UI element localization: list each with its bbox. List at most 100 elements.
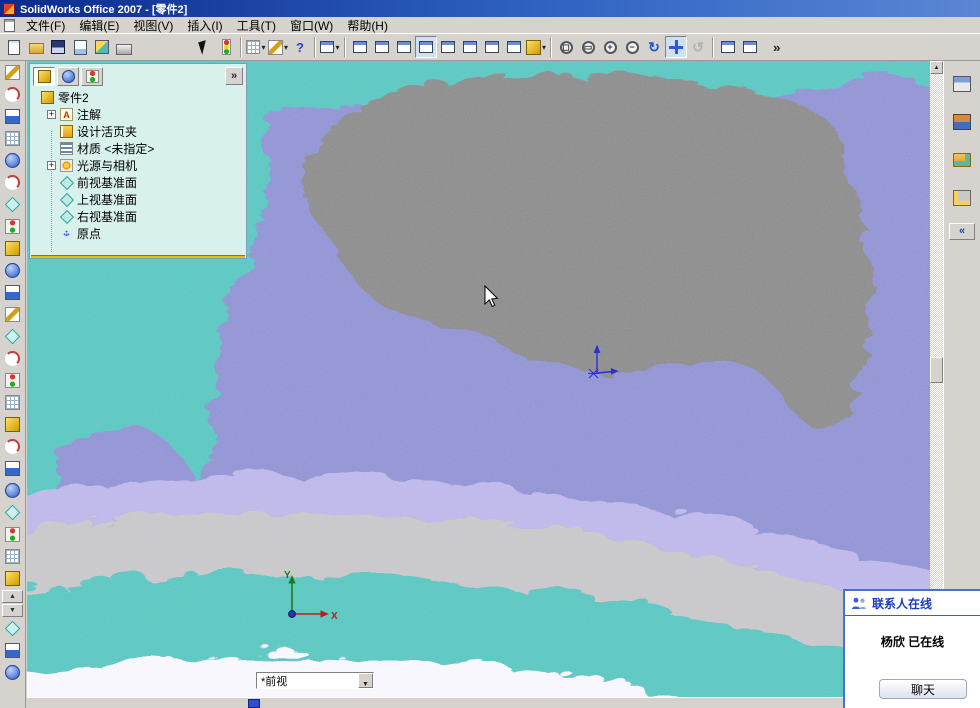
file-explorer-button[interactable] (948, 147, 976, 173)
view-back-button[interactable] (371, 36, 393, 58)
view-selector-combo[interactable]: *前视 (256, 672, 374, 689)
view-selector-dropdown-button[interactable] (358, 673, 373, 688)
lt-sketch-fillet-button[interactable] (2, 436, 23, 457)
lt-spline-button[interactable] (2, 216, 23, 237)
lt-centerpoint-arc-button[interactable] (2, 172, 23, 193)
lt-line-button[interactable] (2, 106, 23, 127)
pan-button[interactable] (665, 36, 687, 58)
sketch-button[interactable]: ▾ (267, 36, 289, 58)
view-right-button[interactable] (415, 36, 437, 58)
zoom-in-out-button[interactable]: + (599, 36, 621, 58)
tab-propertymanager[interactable] (57, 66, 79, 86)
tree-item-origin[interactable]: 原点 (33, 225, 243, 242)
menu-insert[interactable]: 插入(I) (180, 16, 229, 35)
lt-smart-dimension-button[interactable] (2, 84, 23, 105)
section-view-button[interactable]: ↺ (687, 36, 709, 58)
menu-help[interactable]: 帮助(H) (340, 16, 395, 35)
chat-button[interactable]: 聊天 (879, 679, 967, 699)
panel-expand-button[interactable]: » (225, 67, 243, 85)
tree-item-lights-cameras[interactable]: + 光源与相机 (33, 157, 243, 174)
lt-polygon-button[interactable] (2, 238, 23, 259)
zoom-selection-button[interactable]: − (621, 36, 643, 58)
lt-coordinate-system-button[interactable] (2, 662, 23, 683)
window-b-button[interactable] (739, 36, 761, 58)
expand-toggle[interactable]: + (47, 161, 56, 170)
open-button[interactable] (25, 36, 47, 58)
lt-linear-pattern-button[interactable] (2, 546, 23, 567)
lt-point-button[interactable] (2, 260, 23, 281)
task-pane-collapse-button[interactable]: « (949, 223, 975, 240)
annotations-icon (60, 108, 73, 121)
display-style-button[interactable]: ▾ (525, 36, 547, 58)
view-palette-button[interactable] (948, 185, 976, 211)
hscroll-thumb[interactable] (248, 699, 260, 708)
menu-file[interactable]: 文件(F) (19, 16, 72, 35)
view-left-button[interactable] (393, 36, 415, 58)
select-icon (198, 39, 210, 55)
tree-item-part[interactable]: 零件2 (33, 89, 243, 106)
rotate-view-button[interactable]: ↻ (643, 36, 665, 58)
centerline-icon (5, 285, 20, 300)
tree-item-design-binder[interactable]: 设计活页夹 (33, 123, 243, 140)
rollback-bar[interactable] (31, 255, 245, 258)
solidworks-resources-button[interactable] (948, 71, 976, 97)
scrollbar-thumb[interactable] (930, 357, 943, 383)
new-button[interactable] (3, 36, 25, 58)
lt-extend-entities-button[interactable] (2, 392, 23, 413)
view-top-button[interactable] (437, 36, 459, 58)
tree-item-front-plane[interactable]: 前视基准面 (33, 174, 243, 191)
lt-move-entities-button[interactable] (2, 480, 23, 501)
make-assembly-button[interactable] (91, 36, 113, 58)
zoom-area-button[interactable]: ▭ (577, 36, 599, 58)
menu-edit[interactable]: 编辑(E) (72, 16, 126, 35)
tree-item-right-plane[interactable]: 右视基准面 (33, 208, 243, 225)
tree-item-annotations[interactable]: + 注解 (33, 106, 243, 123)
lt-sketch-button[interactable] (2, 62, 23, 83)
view-front-button[interactable] (349, 36, 371, 58)
tab-featuremanager[interactable] (33, 66, 55, 86)
expand-toggle[interactable]: + (47, 110, 56, 119)
normal-to-button[interactable] (503, 36, 525, 58)
lt-scroll-up-button[interactable]: ▲ (2, 590, 23, 603)
menu-view[interactable]: 视图(V) (126, 16, 180, 35)
menu-tools[interactable]: 工具(T) (230, 16, 283, 35)
view-orientation-button[interactable]: ▾ (319, 36, 341, 58)
view-isometric-button[interactable] (481, 36, 503, 58)
toolbar-overflow-button[interactable]: » (767, 37, 783, 57)
help-button[interactable]: ? (289, 36, 311, 58)
scroll-up-button[interactable]: ▲ (930, 61, 943, 74)
design-library-button[interactable] (948, 109, 976, 135)
document-icon[interactable] (4, 18, 15, 32)
graphics-area[interactable]: Y X » 零件2 + A 注解 设计活页夹 材质 <未指定> + 光源与相机 … (27, 61, 930, 697)
lt-sketch-chamfer-button[interactable] (2, 458, 23, 479)
lt-offset-entities-button[interactable] (2, 348, 23, 369)
lt-reference-axis-button[interactable] (2, 640, 23, 661)
menu-window[interactable]: 窗口(W) (283, 16, 340, 35)
lt-trim-entities-button[interactable] (2, 370, 23, 391)
lt-tangent-arc-button[interactable] (2, 194, 23, 215)
zoom-fit-button[interactable]: ◻ (555, 36, 577, 58)
lt-convert-entities-button[interactable] (2, 414, 23, 435)
make-drawing-button[interactable] (69, 36, 91, 58)
tab-configurationmanager[interactable] (81, 66, 103, 86)
lt-mirror-entities-button[interactable] (2, 326, 23, 347)
lt-reference-plane-button[interactable] (2, 618, 23, 639)
lt-text-button[interactable] (2, 304, 23, 325)
lt-rectangle-button[interactable] (2, 128, 23, 149)
select-button[interactable] (193, 36, 215, 58)
lt-centerline-button[interactable] (2, 282, 23, 303)
lt-scale-entities-button[interactable] (2, 524, 23, 545)
tree-item-material[interactable]: 材质 <未指定> (33, 140, 243, 157)
lt-rotate-entities-button[interactable] (2, 502, 23, 523)
save-button[interactable] (47, 36, 69, 58)
grid-snap-button[interactable]: ▾ (245, 36, 267, 58)
lt-circle-button[interactable] (2, 150, 23, 171)
view-bottom-button[interactable] (459, 36, 481, 58)
sketch-icon (5, 65, 20, 80)
lt-scroll-down-button[interactable]: ▼ (2, 604, 23, 617)
lt-jog-line-button[interactable] (2, 568, 23, 589)
selection-filter-button[interactable] (215, 36, 237, 58)
window-a-button[interactable] (717, 36, 739, 58)
tree-item-top-plane[interactable]: 上视基准面 (33, 191, 243, 208)
print-button[interactable] (113, 36, 135, 58)
